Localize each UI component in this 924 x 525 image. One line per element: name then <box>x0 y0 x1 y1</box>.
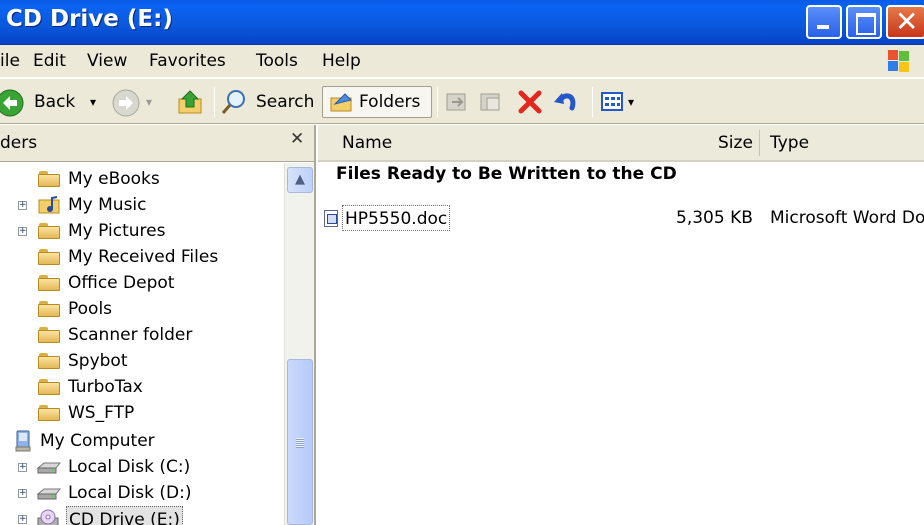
expand-icon[interactable]: + <box>18 227 27 236</box>
folders-pane-header: ders ✕ <box>0 125 314 162</box>
column-type[interactable]: Type <box>770 133 809 153</box>
menu-help[interactable]: Help <box>322 51 361 71</box>
close-button[interactable]: ✕ <box>886 5 924 39</box>
windows-logo-icon <box>888 50 910 72</box>
close-pane-icon[interactable]: ✕ <box>290 129 304 149</box>
expand-icon[interactable]: + <box>18 463 27 472</box>
back-arrow-icon <box>0 89 24 117</box>
column-name[interactable]: Name <box>342 133 392 153</box>
tree-item-my-pictures[interactable]: + My Pictures <box>18 218 278 244</box>
scrollbar-thumb[interactable] <box>287 359 313 525</box>
menu-file[interactable]: ile <box>0 51 20 71</box>
folders-scrollbar[interactable]: ▲ <box>284 163 314 525</box>
search-button[interactable]: Search <box>220 86 316 118</box>
views-icon <box>601 92 623 111</box>
file-row[interactable]: HP5550.doc 5,305 KB Microsoft Word Do <box>318 205 924 233</box>
undo-icon <box>554 93 576 111</box>
folders-pane-title: ders <box>0 133 38 153</box>
undo-button[interactable] <box>552 86 582 118</box>
folder-icon <box>38 353 60 369</box>
expand-icon[interactable]: + <box>18 489 27 498</box>
tree-item-cd-drive-e[interactable]: + CD Drive (E:) <box>18 506 278 525</box>
menu-bar: ile Edit View Favorites Tools Help <box>0 45 924 78</box>
copy-to-icon <box>480 93 500 111</box>
folders-icon <box>330 93 352 112</box>
hard-disk-icon <box>36 462 62 474</box>
folder-icon <box>38 171 60 187</box>
folder-icon <box>38 405 60 421</box>
maximize-button[interactable] <box>846 5 882 39</box>
title-bar[interactable]: CD Drive (E:) ✕ <box>0 0 924 45</box>
minimize-button[interactable] <box>806 5 842 39</box>
hard-disk-icon <box>36 488 62 500</box>
close-icon: ✕ <box>895 5 919 38</box>
folder-icon <box>38 223 60 239</box>
folder-icon <box>38 249 60 265</box>
menu-view[interactable]: View <box>87 51 127 71</box>
file-name[interactable]: HP5550.doc <box>342 205 451 231</box>
folder-icon <box>38 379 60 395</box>
up-folder-icon <box>178 90 202 114</box>
group-title: Files Ready to Be Written to the CD <box>336 164 677 184</box>
menu-favorites[interactable]: Favorites <box>149 51 226 71</box>
column-size[interactable]: Size <box>718 133 753 153</box>
views-dropdown-icon[interactable]: ▾ <box>628 86 634 118</box>
back-button[interactable]: Back ▾ <box>0 86 110 118</box>
tree-item-local-disk-d[interactable]: + Local Disk (D:) <box>18 480 278 506</box>
forward-button[interactable]: ▾ <box>110 86 154 118</box>
move-to-icon <box>446 93 466 111</box>
column-header-row: Name Size Type <box>318 125 924 162</box>
forward-dropdown-icon[interactable]: ▾ <box>146 86 152 118</box>
up-folder-button[interactable] <box>176 86 210 118</box>
menu-edit[interactable]: Edit <box>33 51 66 71</box>
folders-pane: ders ✕ My eBooks + My Music + My Picture… <box>0 125 316 525</box>
file-size: 5,305 KB <box>676 208 753 228</box>
file-type: Microsoft Word Do <box>770 208 924 228</box>
tree-item-my-computer[interactable]: My Computer <box>14 428 274 454</box>
folder-icon <box>38 301 60 317</box>
views-button[interactable]: ▾ <box>598 86 642 118</box>
tree-item-local-disk-c[interactable]: + Local Disk (C:) <box>18 454 278 480</box>
cd-drive-icon <box>37 509 59 525</box>
expand-icon[interactable]: + <box>18 201 27 210</box>
toolbar: Back ▾ ▾ Search Folders ▾ <box>0 79 924 124</box>
delete-button[interactable] <box>516 86 546 118</box>
delete-icon <box>518 90 542 114</box>
music-folder-icon <box>38 196 60 214</box>
window-title: CD Drive (E:) <box>6 6 173 32</box>
move-to-button[interactable] <box>444 86 472 118</box>
scroll-up-button[interactable]: ▲ <box>287 167 313 193</box>
folder-icon <box>38 275 60 291</box>
menu-tools[interactable]: Tools <box>256 51 298 71</box>
my-computer-icon <box>15 430 31 452</box>
back-dropdown-icon[interactable]: ▾ <box>90 86 96 118</box>
copy-to-button[interactable] <box>478 86 506 118</box>
search-icon <box>221 90 245 114</box>
folders-button[interactable]: Folders <box>322 86 432 118</box>
folder-icon <box>38 327 60 343</box>
tree-item-my-music[interactable]: + My Music <box>18 192 278 218</box>
file-list-pane: Name Size Type Files Ready to Be Written… <box>318 125 924 525</box>
expand-icon[interactable]: + <box>18 515 27 524</box>
word-document-icon <box>324 210 338 227</box>
forward-arrow-icon <box>112 89 140 117</box>
